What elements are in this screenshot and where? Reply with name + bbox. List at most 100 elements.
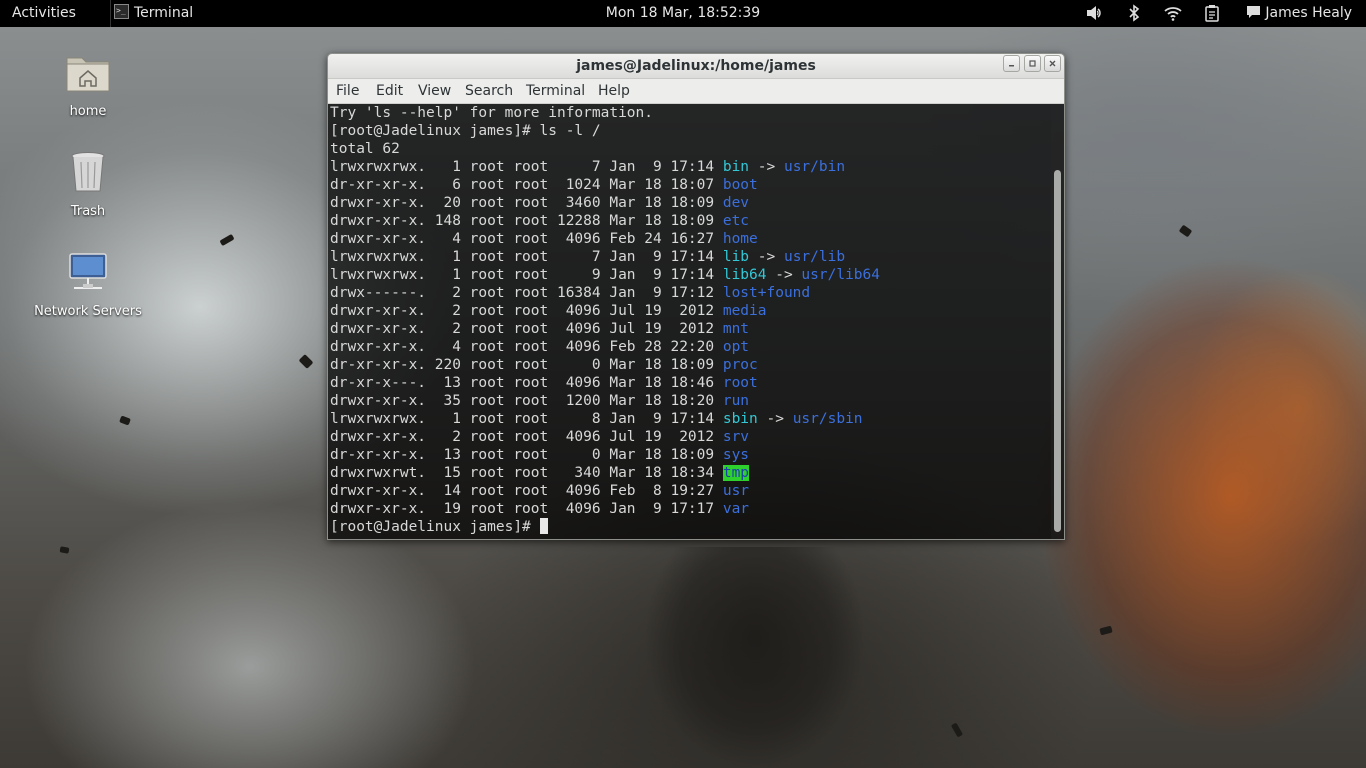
line-text: dr-xr-xr-x. 13 root root 0 Mar 18 18:09 xyxy=(330,447,723,463)
desktop-icon-home[interactable]: home xyxy=(18,48,158,119)
file-name: usr xyxy=(722,483,750,499)
terminal-line: dr-xr-xr-x. 220 root root 0 Mar 18 18:09… xyxy=(330,356,1050,374)
wallpaper-debris xyxy=(219,233,235,247)
file-name: var xyxy=(722,501,750,517)
file-name: lib64 xyxy=(722,267,767,283)
file-name: home xyxy=(722,231,758,247)
prompt-line[interactable]: [root@Jadelinux james]# xyxy=(330,518,1050,536)
symlink-target: usr/lib xyxy=(783,249,846,265)
terminal-line: drwxr-xr-x. 35 root root 1200 Mar 18 18:… xyxy=(330,392,1050,410)
menu-terminal[interactable]: Terminal xyxy=(526,79,585,103)
symlink-arrow: -> xyxy=(757,411,793,427)
desktop-icon-label: Trash xyxy=(70,204,106,219)
line-text: drwx------. 2 root root 16384 Jan 9 17:1… xyxy=(330,285,723,301)
user-menu[interactable]: James Healy xyxy=(1246,0,1352,27)
wifi-icon[interactable] xyxy=(1164,4,1182,22)
symlink-arrow: -> xyxy=(749,159,784,175)
symlink-target: usr/sbin xyxy=(792,411,863,427)
line-text: dr-xr-xr-x. 6 root root 1024 Mar 18 18:0… xyxy=(330,177,723,193)
terminal-line: drwxr-xr-x. 4 root root 4096 Feb 24 16:2… xyxy=(330,230,1050,248)
file-name: sbin xyxy=(722,411,758,427)
terminal-line: dr-xr-x---. 13 root root 4096 Mar 18 18:… xyxy=(330,374,1050,392)
terminal-text[interactable]: Try 'ls --help' for more information. [ro… xyxy=(330,104,1050,536)
file-name: boot xyxy=(722,177,758,193)
terminal-line: lrwxrwxrwx. 1 root root 9 Jan 9 17:14 li… xyxy=(330,266,1050,284)
line-text: drwxr-xr-x. 2 root root 4096 Jul 19 2012 xyxy=(330,303,723,319)
wallpaper-debris xyxy=(950,722,964,738)
shell-prompt: [root@Jadelinux james]# xyxy=(330,519,540,535)
symlink-arrow: -> xyxy=(766,267,802,283)
file-name: srv xyxy=(722,429,750,445)
terminal-line: dr-xr-xr-x. 6 root root 1024 Mar 18 18:0… xyxy=(330,176,1050,194)
desktop-icon-network-servers[interactable]: Network Servers xyxy=(18,248,158,319)
terminal-line: total 62 xyxy=(330,140,1050,158)
wallpaper-debris xyxy=(59,546,70,554)
menu-search[interactable]: Search xyxy=(465,79,513,103)
terminal-line: drwxr-xr-x. 19 root root 4096 Jan 9 17:1… xyxy=(330,500,1050,518)
clock-button[interactable]: Mon 18 Mar, 18:52:39 xyxy=(606,5,760,21)
wallpaper-debris xyxy=(1099,625,1113,636)
minimize-button[interactable] xyxy=(1003,55,1020,72)
terminal-window[interactable]: james@Jadelinux:/home/james File Edit Vi… xyxy=(327,53,1065,540)
volume-icon[interactable] xyxy=(1085,4,1103,22)
line-text: lrwxrwxrwx. 1 root root 7 Jan 9 17:14 xyxy=(330,249,723,265)
file-name: tmp xyxy=(722,465,750,481)
terminal-output[interactable]: Try 'ls --help' for more information. [ro… xyxy=(328,104,1064,539)
terminal-line: drwxr-xr-x. 4 root root 4096 Feb 28 22:2… xyxy=(330,338,1050,356)
app-menu[interactable]: >_ Terminal xyxy=(110,0,193,27)
clipboard-icon[interactable] xyxy=(1203,4,1221,22)
line-text: drwxr-xr-x. 2 root root 4096 Jul 19 2012 xyxy=(330,429,723,445)
line-text: total 62 xyxy=(330,141,400,157)
wallpaper-figure xyxy=(640,547,870,768)
menu-help[interactable]: Help xyxy=(598,79,630,103)
desktop-icon-trash[interactable]: Trash xyxy=(18,148,158,219)
chat-icon xyxy=(1247,5,1261,18)
window-titlebar[interactable]: james@Jadelinux:/home/james xyxy=(328,54,1064,79)
line-text: drwxr-xr-x. 148 root root 12288 Mar 18 1… xyxy=(330,213,723,229)
symlink-target: usr/lib64 xyxy=(801,267,880,283)
wallpaper-debris xyxy=(119,415,131,426)
menu-edit[interactable]: Edit xyxy=(376,79,403,103)
terminal-line: drwx------. 2 root root 16384 Jan 9 17:1… xyxy=(330,284,1050,302)
line-text: dr-xr-xr-x. 220 root root 0 Mar 18 18:09 xyxy=(330,357,723,373)
menu-file[interactable]: File xyxy=(336,79,359,103)
top-panel: Activities >_ Terminal Mon 18 Mar, 18:52:… xyxy=(0,0,1366,27)
menu-view[interactable]: View xyxy=(418,79,451,103)
line-text: drwxr-xr-x. 35 root root 1200 Mar 18 18:… xyxy=(330,393,723,409)
symlink-target: usr/bin xyxy=(783,159,846,175)
line-text: drwxr-xr-x. 2 root root 4096 Jul 19 2012 xyxy=(330,321,723,337)
activities-button[interactable]: Activities xyxy=(12,0,76,27)
line-text: drwxr-xr-x. 19 root root 4096 Jan 9 17:1… xyxy=(330,501,723,517)
terminal-line: drwxr-xr-x. 2 root root 4096 Jul 19 2012… xyxy=(330,320,1050,338)
terminal-line: drwxr-xr-x. 2 root root 4096 Jul 19 2012… xyxy=(330,302,1050,320)
close-icon xyxy=(1049,60,1056,67)
desktop-icon-label: Network Servers xyxy=(34,304,142,319)
bluetooth-icon[interactable] xyxy=(1125,4,1143,22)
wallpaper-debris xyxy=(298,354,314,369)
line-text: drwxr-xr-x. 14 root root 4096 Feb 8 19:2… xyxy=(330,483,723,499)
terminal-line: lrwxrwxrwx. 1 root root 7 Jan 9 17:14 li… xyxy=(330,248,1050,266)
line-text: drwxrwxrwt. 15 root root 340 Mar 18 18:3… xyxy=(330,465,723,481)
terminal-app-icon: >_ xyxy=(114,4,129,19)
desktop-icon-label: home xyxy=(69,104,107,119)
close-button[interactable] xyxy=(1044,55,1061,72)
line-text: lrwxrwxrwx. 1 root root 7 Jan 9 17:14 xyxy=(330,159,723,175)
file-name: media xyxy=(722,303,767,319)
file-name: dev xyxy=(722,195,750,211)
line-text: drwxr-xr-x. 4 root root 4096 Feb 28 22:2… xyxy=(330,339,723,355)
maximize-button[interactable] xyxy=(1024,55,1041,72)
line-text: lrwxrwxrwx. 1 root root 9 Jan 9 17:14 xyxy=(330,267,723,283)
menu-bar: File Edit View Search Terminal Help xyxy=(328,79,1064,104)
terminal-line: drwxr-xr-x. 14 root root 4096 Feb 8 19:2… xyxy=(330,482,1050,500)
symlink-arrow: -> xyxy=(749,249,784,265)
scrollbar-thumb[interactable] xyxy=(1054,170,1061,532)
file-name: mnt xyxy=(722,321,750,337)
maximize-icon xyxy=(1029,60,1036,67)
file-name: sys xyxy=(722,447,750,463)
scrollbar[interactable] xyxy=(1051,104,1064,539)
minimize-icon xyxy=(1009,65,1014,67)
line-text: drwxr-xr-x. 20 root root 3460 Mar 18 18:… xyxy=(330,195,723,211)
terminal-line: dr-xr-xr-x. 13 root root 0 Mar 18 18:09 … xyxy=(330,446,1050,464)
line-text: lrwxrwxrwx. 1 root root 8 Jan 9 17:14 xyxy=(330,411,723,427)
line-text: dr-xr-x---. 13 root root 4096 Mar 18 18:… xyxy=(330,375,723,391)
